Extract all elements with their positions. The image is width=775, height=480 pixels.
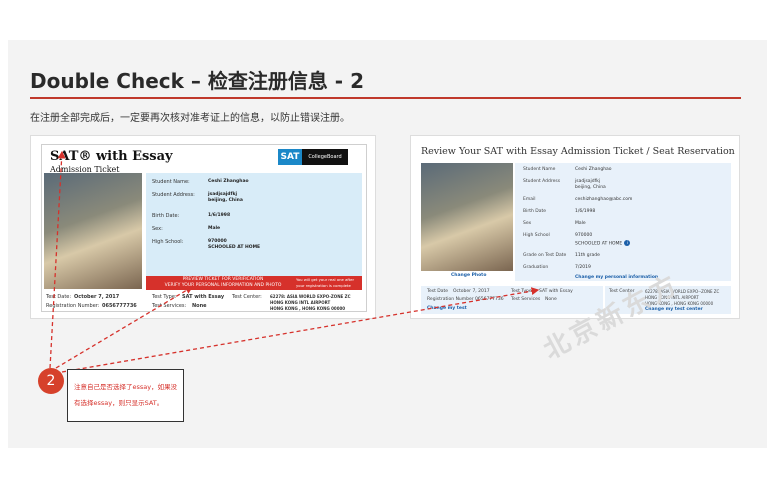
test-details-panel: Test Date October 7, 2017 Registration N… [421, 286, 603, 314]
field-label: Sex [523, 221, 532, 226]
test-center-line: HONG KONG , HONG KONG 00000 [270, 306, 346, 311]
slide-subtitle: 在注册全部完成后，一定要再次核对准考证上的信息，以防止错误注册。 [30, 113, 350, 124]
student-photo [44, 173, 142, 289]
test-type-value: SAT with Essay [539, 289, 573, 294]
test-type-label: Test Type [511, 289, 532, 294]
test-date-label: Test Date [427, 289, 449, 294]
field-value: ceshizhanghao@abc.com [575, 197, 633, 202]
sat-essay-logo: SAT® with Essay [50, 149, 173, 164]
slide-title: Double Check – 检查注册信息 - 2 [30, 69, 364, 93]
reg-number-label: Registration Number: [46, 303, 100, 309]
note-line: 有选择essay，则只显示SAT。 [74, 399, 164, 407]
title-divider [30, 97, 741, 99]
field-label: Student Address: [152, 192, 195, 198]
field-value: beijing, China [208, 198, 243, 203]
field-value: 1/6/1998 [575, 209, 596, 214]
field-value: 11th grade [575, 253, 600, 258]
field-value: Ceshi Zhanghao [208, 179, 249, 184]
field-value: 7/2019 [575, 265, 591, 270]
field-label: Birth Date [523, 209, 546, 214]
field-label: Student Name [523, 167, 556, 172]
preview-banner: PREVIEW TICKET FOR VERIFICATION VERIFY Y… [146, 276, 362, 290]
services-label: Test Services [511, 297, 541, 302]
services-value: None [545, 297, 557, 302]
step-badge: 2 [38, 368, 64, 394]
field-value: 970000 [575, 233, 593, 238]
collegeboard-logo: CollegeBoard [302, 149, 348, 165]
field-value: Male [575, 221, 586, 226]
field-label: Email [523, 197, 536, 202]
field-value: 1/6/1998 [208, 213, 231, 218]
student-info-panel: Student Name: Ceshi Zhanghao Student Add… [146, 173, 362, 276]
test-type-label: Test Type: [152, 294, 177, 300]
field-value: Ceshi Zhanghao [575, 167, 612, 172]
field-value: beijing, China [575, 185, 606, 190]
test-date-label: Test Date: [46, 294, 72, 300]
change-photo-link[interactable]: Change Photo [451, 273, 486, 278]
info-icon[interactable]: i [624, 240, 631, 246]
test-date-value: October 7, 2017 [453, 289, 490, 294]
banner-line: VERIFY YOUR PERSONAL INFORMATION AND PHO… [164, 283, 282, 288]
field-label: High School: [152, 239, 184, 245]
right-review-ticket: Review Your SAT with Essay Admission Tic… [410, 135, 740, 319]
test-center-line: 62278: ASIA WORLD EXPO-ZONE ZC [270, 294, 351, 299]
essay-note-box: 注意自己是否选择了essay，如果没 有选择essay，则只显示SAT。 [67, 369, 184, 422]
field-value: SCHOOLED AT HOME [208, 245, 261, 250]
school-name: SCHOOLED AT HOME [575, 241, 623, 247]
field-label: Birth Date: [152, 213, 180, 219]
reg-number-value: 0656777736 [475, 297, 504, 302]
test-type-value: SAT with Essay [182, 294, 225, 300]
field-label: Student Address [523, 179, 561, 184]
banner-note-line: your registration is complete [296, 283, 351, 288]
student-photo [421, 163, 513, 271]
field-label: Sex: [152, 226, 163, 232]
change-test-link[interactable]: Change my test [427, 306, 467, 311]
ticket-frame: SAT® with Essay Admission Ticket SAT Col… [41, 144, 367, 312]
field-value: Male [208, 226, 221, 231]
field-label: High School [523, 233, 550, 238]
review-ticket-title: Review Your SAT with Essay Admission Tic… [421, 146, 735, 157]
field-label: Student Name: [152, 179, 190, 185]
left-admission-ticket: SAT® with Essay Admission Ticket SAT Col… [30, 135, 376, 319]
student-info-panel: Student Name Ceshi Zhanghao Student Addr… [515, 163, 731, 281]
field-label: Grade on Test Date [523, 253, 567, 258]
sat-badge: SAT [278, 149, 302, 165]
services-value: None [192, 303, 207, 309]
banner-note: You will get your real one after your re… [296, 277, 354, 289]
test-center-line: HONG KONG INTL AIRPORT [270, 300, 331, 305]
field-label: Graduation [523, 265, 549, 270]
banner-text: PREVIEW TICKET FOR VERIFICATION VERIFY Y… [154, 277, 292, 289]
note-line: 注意自己是否选择了essay，如果没 [74, 383, 178, 391]
reg-number-value: 0656777736 [102, 303, 137, 309]
test-center-label: Test Center: [232, 294, 262, 300]
services-label: Test Services: [152, 303, 187, 309]
reg-number-label: Registration Number [427, 297, 474, 302]
field-value: SCHOOLED AT HOME i [575, 240, 631, 248]
test-date-value: October 7, 2017 [74, 294, 120, 300]
